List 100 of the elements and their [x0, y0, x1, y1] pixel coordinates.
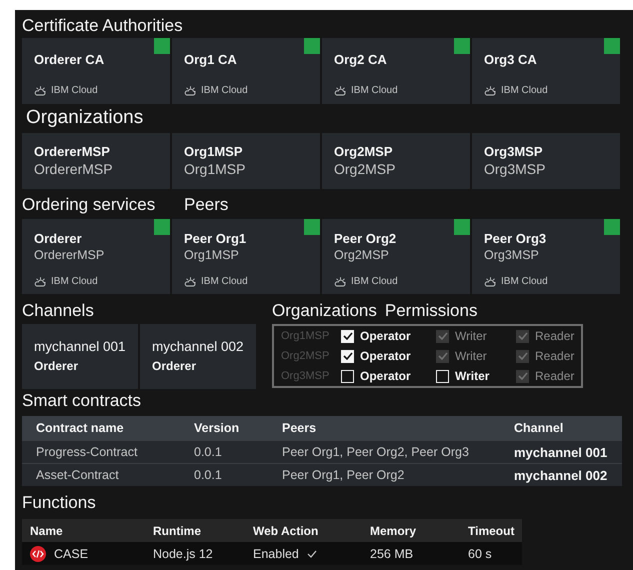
card-title: Peer Org3: [484, 231, 548, 247]
cloud-icon: [334, 85, 346, 96]
card-title: Org1 CA: [184, 52, 238, 68]
column-header: Contract name: [22, 416, 180, 440]
table-cell: Peer Org1, Peer Org2: [268, 464, 500, 486]
section-title: Organizations: [272, 300, 377, 322]
card[interactable]: Org2 CA IBM Cloud: [322, 38, 470, 104]
column-header: Channel: [500, 416, 622, 440]
card-subtitle: OrdererMSP: [34, 160, 114, 178]
code-icon: [30, 546, 46, 562]
table-cell: Asset-Contract: [22, 464, 180, 486]
checkmark-icon: [518, 352, 528, 360]
table-cell: Enabled: [253, 546, 299, 560]
checkmark-icon: [306, 550, 317, 558]
section-title: Functions: [22, 492, 97, 514]
card-title: Orderer CA: [34, 52, 106, 68]
card-subtitle: OrdererMSP: [34, 247, 106, 263]
checkbox-label: Operator: [360, 349, 411, 363]
location-label: IBM Cloud: [351, 276, 398, 287]
cloud-icon: [484, 85, 496, 96]
column-header: Memory: [362, 519, 460, 542]
cloud-icon: [184, 276, 196, 287]
checkbox-label: Operator: [360, 369, 411, 383]
section-title: Smart contracts: [22, 390, 142, 412]
location-label: IBM Cloud: [201, 276, 248, 287]
card-title: Org3 CA: [484, 52, 538, 68]
table-cell: 256 MB: [362, 542, 460, 565]
card-title: Org2 CA: [334, 52, 388, 68]
checkbox[interactable]: [341, 370, 354, 382]
card[interactable]: Org1 CA IBM Cloud: [172, 38, 320, 104]
card[interactable]: Peer Org3 Org3MSP IBM Cloud: [472, 219, 620, 294]
card-subtitle: Org1MSP: [184, 160, 246, 178]
table-cell: mychannel 002: [500, 464, 622, 486]
card-title: mychannel 001: [34, 338, 126, 354]
cloud-icon: [184, 85, 196, 96]
section-title: Peers: [183, 194, 230, 216]
card-title: OrdererMSP: [34, 144, 111, 160]
checkbox-label: Writer: [455, 349, 487, 363]
card-subtitle: Org3MSP: [484, 160, 546, 178]
card-title: Orderer: [34, 231, 83, 247]
location-label: IBM Cloud: [501, 85, 548, 96]
card-subtitle: Org3MSP: [484, 247, 540, 263]
column-header: Runtime: [145, 519, 245, 542]
card[interactable]: Orderer CA IBM Cloud: [22, 38, 170, 104]
org-label: Org3MSP: [281, 368, 330, 384]
card-subtitle: Org1MSP: [184, 247, 240, 263]
checkmark-icon: [342, 332, 352, 340]
card-title: Peer Org1: [184, 231, 248, 247]
section-title: Certificate Authorities: [22, 15, 184, 37]
section-title: Ordering services: [22, 194, 156, 216]
location-label: IBM Cloud: [51, 276, 98, 287]
card-subtitle: Orderer: [152, 358, 198, 374]
card-title: mychannel 002: [152, 338, 244, 354]
card[interactable]: Peer Org1 Org1MSP IBM Cloud: [172, 219, 320, 294]
checkbox-label: Reader: [535, 329, 574, 343]
card[interactable]: mychannel 001 Orderer: [22, 324, 138, 389]
card-title: Org1MSP: [184, 144, 244, 160]
card[interactable]: Org3MSP Org3MSP: [472, 133, 620, 189]
table-cell: Node.js 12: [145, 542, 245, 565]
column-header: Timeout: [460, 519, 522, 542]
card-subtitle: Org2MSP: [334, 247, 390, 263]
card[interactable]: Orderer OrdererMSP IBM Cloud: [22, 219, 170, 294]
card[interactable]: mychannel 002 Orderer: [140, 324, 256, 389]
cloud-icon: [484, 276, 496, 287]
cloud-icon: [334, 276, 346, 287]
cloud-icon: [34, 85, 46, 96]
card-title: Peer Org2: [334, 231, 398, 247]
checkmark-icon: [342, 352, 352, 360]
checkmark-icon: [518, 372, 528, 380]
card-title: Org2MSP: [334, 144, 394, 160]
org-label: Org1MSP: [281, 328, 330, 344]
card[interactable]: Org2MSP Org2MSP: [322, 133, 470, 189]
checkmark-icon: [518, 332, 528, 340]
location-label: IBM Cloud: [351, 85, 398, 96]
column-header: Name: [22, 519, 145, 542]
checkbox[interactable]: [341, 350, 354, 362]
table-cell: mychannel 001: [500, 440, 622, 464]
column-header: Web Action: [245, 519, 362, 542]
location-label: IBM Cloud: [201, 85, 248, 96]
org-label: Org2MSP: [281, 348, 330, 364]
table-cell: 60 s: [460, 542, 522, 565]
checkbox-label: Writer: [455, 329, 487, 343]
section-title: Channels: [22, 300, 95, 322]
card[interactable]: Org3 CA IBM Cloud: [472, 38, 620, 104]
location-label: IBM Cloud: [51, 85, 98, 96]
checkbox-label: Reader: [535, 369, 574, 383]
checkbox[interactable]: [341, 330, 354, 342]
table-cell: 0.0.1: [180, 464, 268, 486]
column-header: Peers: [268, 416, 500, 440]
card[interactable]: Org1MSP Org1MSP: [172, 133, 320, 189]
card[interactable]: Peer Org2 Org2MSP IBM Cloud: [322, 219, 470, 294]
section-title: Permissions: [384, 300, 478, 322]
checkbox-label: Reader: [535, 349, 574, 363]
card-subtitle: Orderer: [34, 358, 80, 374]
card[interactable]: OrdererMSP OrdererMSP: [22, 133, 170, 189]
table-cell: Progress-Contract: [22, 440, 180, 464]
card-title: Org3MSP: [484, 144, 544, 160]
location-label: IBM Cloud: [501, 276, 548, 287]
checkbox[interactable]: [436, 370, 449, 382]
table-cell: CASE: [54, 546, 88, 560]
